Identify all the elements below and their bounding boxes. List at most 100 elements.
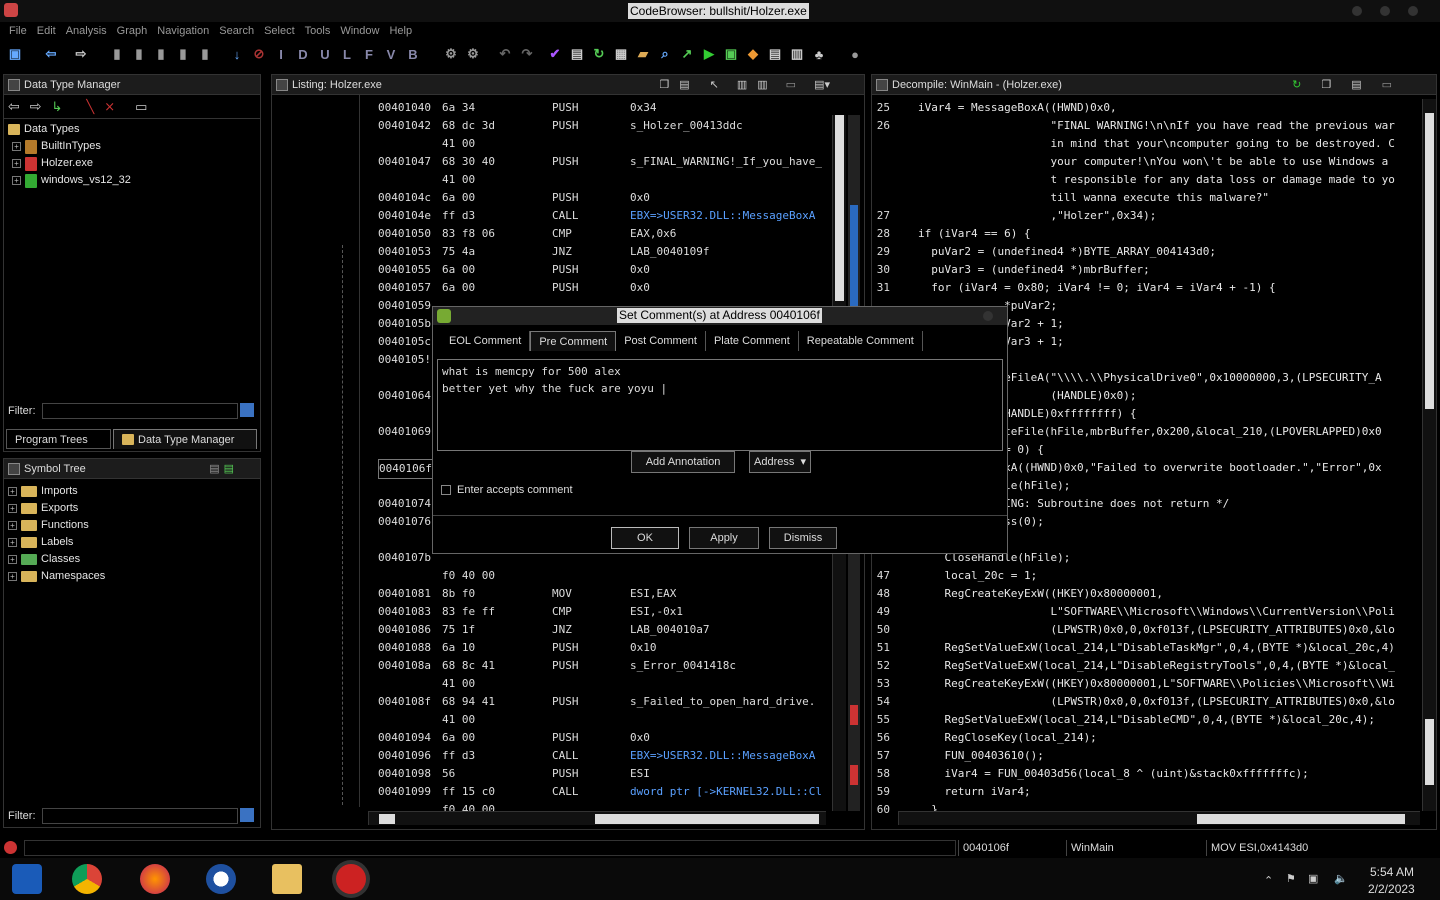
decompile-row[interactable]: 55 RegSetValueExW(local_214,L"DisableCMD… — [874, 711, 1420, 729]
tree-item-labels[interactable]: + Labels — [8, 534, 260, 551]
decompile-row[interactable]: 49 L"SOFTWARE\\Microsoft\\Windows\\Curre… — [874, 603, 1420, 621]
bookmark-icon[interactable]: ▮ — [196, 45, 214, 63]
listing-row[interactable]: 00401057 6a 00 PUSH 0x0 — [362, 279, 832, 297]
decompile-row[interactable]: 50 (LPWSTR)0x0,0,0xf013f,(LPSECURITY_ATT… — [874, 621, 1420, 639]
table-icon[interactable]: ▤ — [766, 45, 784, 63]
run-icon[interactable]: ▶ — [700, 45, 718, 63]
listing-row[interactable]: 00401053 75 4a JNZ LAB_0040109f — [362, 243, 832, 261]
expand-icon[interactable]: + — [8, 538, 17, 547]
cursor-icon[interactable]: ↖ — [710, 78, 719, 91]
menu-window[interactable]: Window — [335, 22, 384, 38]
maximize-button[interactable] — [1380, 6, 1390, 16]
listing-row[interactable]: 0040104e ff d3 CALL EBX=>USER32.DLL::Messag… — [362, 207, 832, 225]
decompile-row[interactable]: 47 local_20c = 1; — [874, 567, 1420, 585]
decompile-row[interactable]: 29 puVar2 = (undefined4 *)BYTE_ARRAY_004… — [874, 243, 1420, 261]
filter-input[interactable] — [41, 808, 238, 824]
back-icon[interactable]: ⇦ — [42, 45, 60, 63]
tree-item-functions[interactable]: + Functions — [8, 517, 260, 534]
menu-edit[interactable]: Edit — [32, 22, 61, 38]
folder-icon[interactable]: ▰ — [634, 45, 652, 63]
tree-item[interactable]: + BuiltInTypes — [8, 138, 260, 155]
expand-icon[interactable]: + — [12, 176, 21, 185]
add-annotation-button[interactable]: Add Annotation — [631, 451, 735, 473]
decompile-row[interactable]: 56 RegCloseKey(local_214); — [874, 729, 1420, 747]
decompile-row[interactable]: 51 RegSetValueExW(local_214,L"DisableTas… — [874, 639, 1420, 657]
listing-row[interactable]: 41 00 — [362, 675, 832, 693]
globe-icon[interactable]: ● — [846, 45, 864, 63]
collapse-icon[interactable]: ▭ — [135, 99, 147, 115]
new-namespace-icon[interactable]: ▤ — [209, 462, 219, 475]
navigate-icon[interactable]: ▤ — [224, 462, 234, 475]
filter-options-icon[interactable] — [240, 808, 254, 822]
listing-row[interactable]: 0040104c 6a 00 PUSH 0x0 — [362, 189, 832, 207]
search-icon[interactable]: ⌕ — [656, 45, 674, 63]
scroll-thumb[interactable] — [1425, 719, 1434, 785]
decompile-row[interactable]: 48 RegCreateKeyExW((HKEY)0x80000001, — [874, 585, 1420, 603]
undo-icon[interactable]: ↶ — [496, 45, 514, 63]
options-icon[interactable]: ▤▾ — [814, 78, 830, 91]
arrow-icon[interactable]: ↗ — [678, 45, 696, 63]
redo-icon[interactable]: ↷ — [518, 45, 536, 63]
filter-types-icon[interactable]: ⨯ — [104, 99, 115, 115]
copy-icon[interactable]: ❐ — [659, 78, 669, 91]
listing-row[interactable]: 00401050 83 f8 06 CMP EAX,0x6 — [362, 225, 832, 243]
chrome-icon[interactable] — [72, 864, 102, 894]
listing-row[interactable]: 00401086 75 1f JNZ LAB_004010a7 — [362, 621, 832, 639]
decompile-row[interactable]: 31 for (iVar4 = 0x80; iVar4 != 0; iVar4 … — [874, 279, 1420, 297]
tree-item-exports[interactable]: + Exports — [8, 500, 260, 517]
tab-data-type-manager[interactable]: Data Type Manager — [113, 429, 257, 449]
variable-v-button[interactable]: V — [382, 45, 400, 63]
function-f-button[interactable]: F — [360, 45, 378, 63]
arrow-icon[interactable]: ↳ — [51, 99, 62, 115]
expand-icon[interactable]: + — [8, 521, 17, 530]
ghidra-taskbar-icon[interactable] — [336, 864, 366, 894]
tab-plate-comment[interactable]: Plate Comment — [706, 331, 799, 351]
snapshot-icon[interactable]: ▭ — [786, 78, 796, 91]
listing-row[interactable]: 00401098 56 PUSH ESI — [362, 765, 832, 783]
listing-row[interactable]: 41 00 — [362, 171, 832, 189]
diff-icon[interactable]: ▥ — [757, 78, 767, 91]
opera-icon[interactable] — [206, 864, 236, 894]
menu-navigation[interactable]: Navigation — [152, 22, 214, 38]
bookmark-icon[interactable]: ▮ — [174, 45, 192, 63]
export-icon[interactable]: ▤ — [1351, 78, 1361, 91]
scroll-thumb[interactable] — [1197, 814, 1405, 824]
menu-graph[interactable]: Graph — [112, 22, 153, 38]
bookmark-icon[interactable]: ▮ — [130, 45, 148, 63]
scroll-thumb[interactable] — [1425, 113, 1434, 409]
decompile-row[interactable]: 30 puVar3 = (undefined4 *)mbrBuffer; — [874, 261, 1420, 279]
listing-row[interactable]: 00401055 6a 00 PUSH 0x0 — [362, 261, 832, 279]
listing-row[interactable]: 00401099 ff 15 c0 CALL dword ptr [->KERNEL3… — [362, 783, 832, 801]
volume-icon[interactable]: 🔈 — [1334, 872, 1348, 885]
tab-pre-comment[interactable]: Pre Comment — [530, 331, 617, 351]
chevron-up-icon[interactable]: ⌃ — [1264, 874, 1273, 887]
decompile-row[interactable]: 26 "FINAL WARNING!\n\nIf you have read t… — [874, 117, 1420, 135]
decompile-row[interactable]: 25 iVar4 = MessageBoxA((HWND)0x0, — [874, 99, 1420, 117]
tree-item-namespaces[interactable]: + Namespaces — [8, 568, 260, 585]
decompile-row[interactable]: 57 FUN_00403610(); — [874, 747, 1420, 765]
diamond-icon[interactable]: ◆ — [744, 45, 762, 63]
gear-icon[interactable]: ⚙ — [464, 45, 482, 63]
listing-row[interactable]: 00401083 83 fe ff CMP ESI,-0x1 — [362, 603, 832, 621]
paste-icon[interactable]: ▤ — [679, 78, 689, 91]
expand-icon[interactable]: + — [12, 142, 21, 151]
memory-icon[interactable]: ▣ — [722, 45, 740, 63]
refresh-icon[interactable]: ↻ — [1292, 78, 1301, 91]
image-icon[interactable]: ▦ — [612, 45, 630, 63]
tab-program-trees[interactable]: Program Trees — [6, 429, 111, 449]
label-l-button[interactable]: L — [338, 45, 356, 63]
listing-row[interactable]: f0 40 00 — [362, 567, 832, 585]
forward-icon[interactable]: ⇨ — [30, 98, 42, 115]
window-icon[interactable]: ▤ — [568, 45, 586, 63]
chart-icon[interactable]: ▥ — [788, 45, 806, 63]
comment-textarea[interactable]: what is memcpy for 500 alex better yet w… — [437, 359, 1003, 451]
filter-input[interactable] — [41, 403, 238, 419]
decompile-row[interactable]: in mind that your\ncomputer going to be … — [874, 135, 1420, 153]
refresh-icon[interactable]: ↻ — [590, 45, 608, 63]
expand-icon[interactable]: + — [8, 504, 17, 513]
menu-help[interactable]: Help — [384, 22, 417, 38]
listing-row[interactable]: 0040108f 68 94 41 PUSH s_Failed_to_open_har… — [362, 693, 832, 711]
check-icon[interactable]: ✔ — [546, 45, 564, 63]
expand-icon[interactable]: + — [8, 555, 17, 564]
dismiss-button[interactable]: Dismiss — [769, 527, 837, 549]
